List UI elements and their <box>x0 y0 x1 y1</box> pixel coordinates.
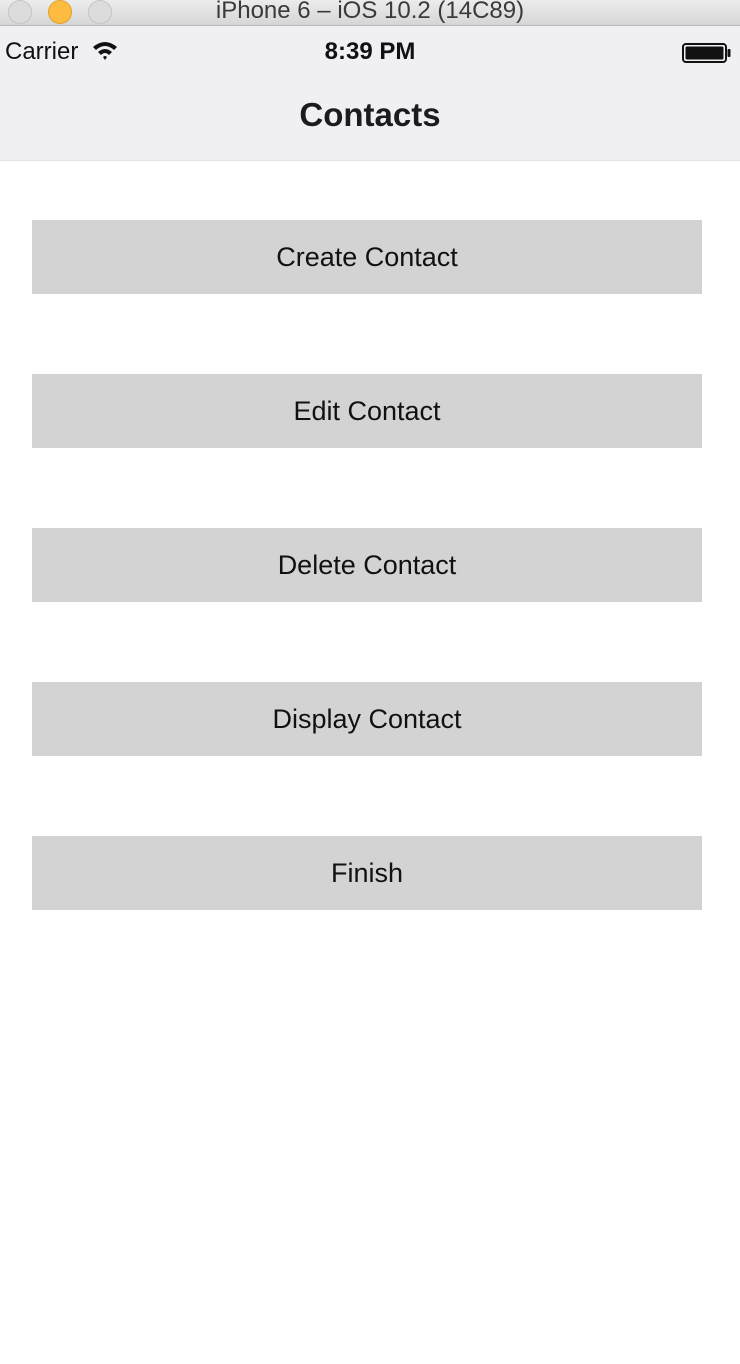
display-contact-button[interactable]: Display Contact <box>32 682 702 756</box>
ios-header: Carrier 8:39 PM Contacts <box>0 26 740 161</box>
edit-contact-button[interactable]: Edit Contact <box>32 374 702 448</box>
status-bar: Carrier 8:39 PM <box>0 26 740 78</box>
finish-button[interactable]: Finish <box>32 836 702 910</box>
window-title: iPhone 6 – iOS 10.2 (14C89) <box>215 0 525 24</box>
status-time: 8:39 PM <box>324 38 416 65</box>
battery-icon <box>682 43 731 63</box>
page-title: Contacts <box>299 96 441 133</box>
delete-contact-button[interactable]: Delete Contact <box>32 528 702 602</box>
create-contact-button[interactable]: Create Contact <box>32 220 702 294</box>
contact-actions: Create Contact Edit Contact Delete Conta… <box>32 220 702 990</box>
simulator-title-bar: iPhone 6 – iOS 10.2 (14C89) <box>0 0 740 26</box>
